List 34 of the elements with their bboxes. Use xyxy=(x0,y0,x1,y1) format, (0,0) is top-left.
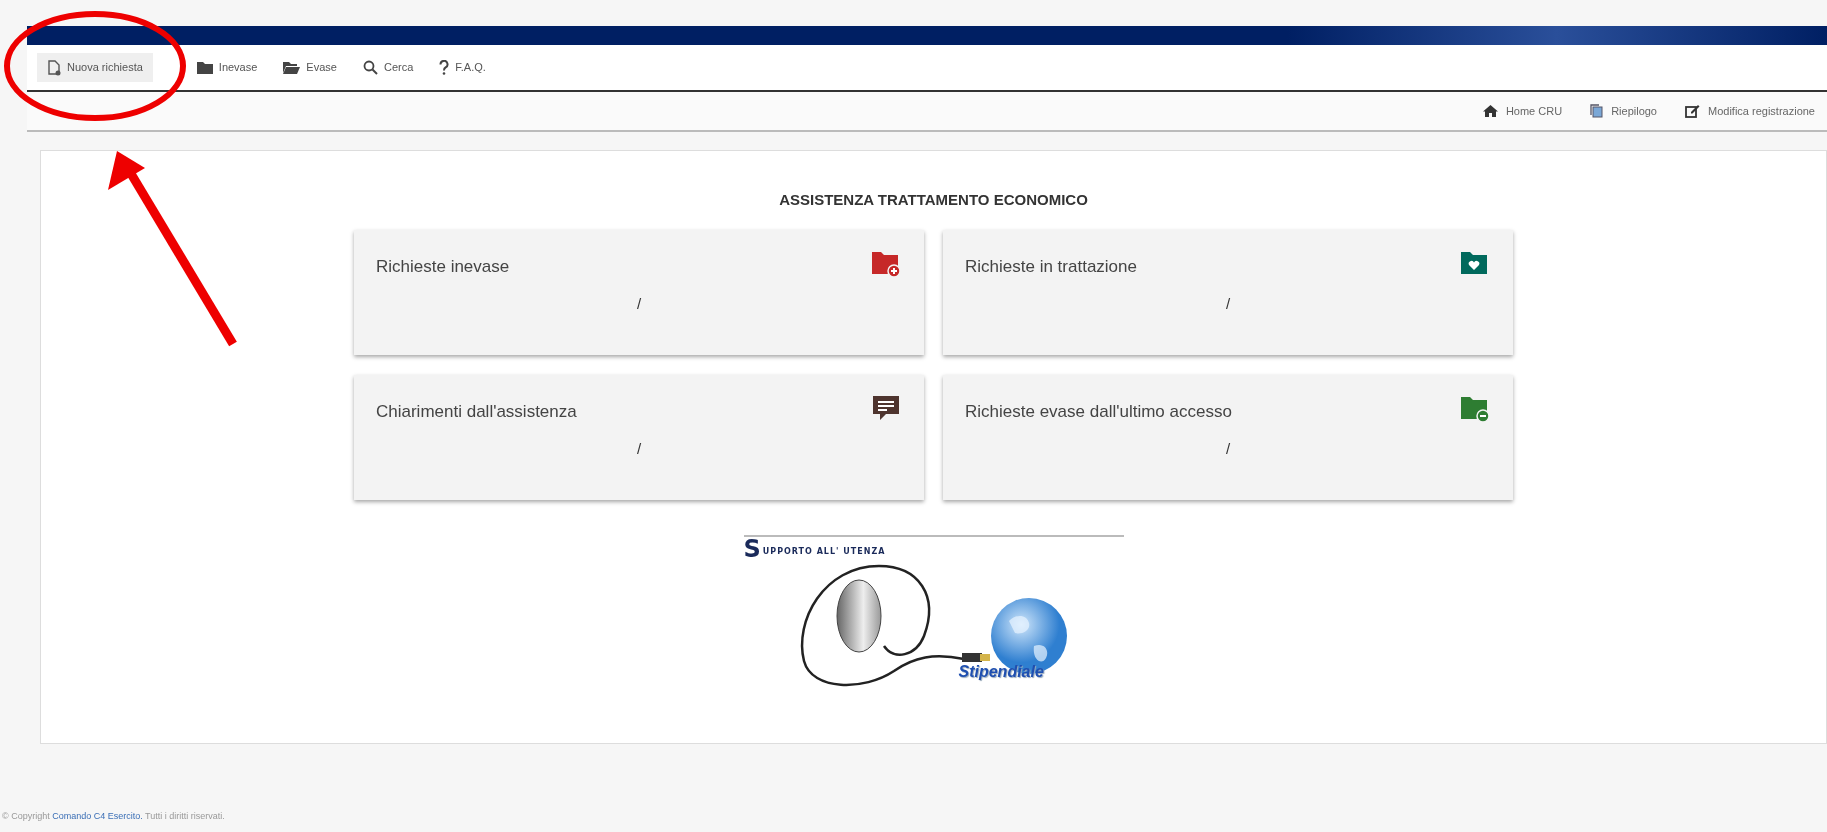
folder-icon xyxy=(283,61,301,74)
logo-caption: Stipendiale xyxy=(958,661,1044,682)
logo-heading: UPPORTO ALL' UTENZA xyxy=(762,545,886,558)
card-value: / xyxy=(1224,439,1232,459)
menu-item[interactable]: F.A.Q. xyxy=(429,53,496,82)
copy-icon xyxy=(1590,104,1604,118)
page-title: ASSISTENZA TRATTAMENTO ECONOMICO xyxy=(778,190,1089,210)
card-label: Richieste in trattazione xyxy=(965,255,1138,278)
summary-card[interactable]: Chiarimenti dall'assistenza / xyxy=(354,374,924,500)
search-icon xyxy=(362,60,378,75)
summary-card[interactable]: Richieste in trattazione / xyxy=(943,229,1513,355)
card-label: Chiarimenti dall'assistenza xyxy=(376,400,578,423)
copyright-text: © Copyright Comando C4 Esercito. Tutti i diritti riservati. xyxy=(2,810,226,823)
menu-item[interactable]: Cerca xyxy=(352,53,424,82)
summary-card[interactable]: Richieste evase dall'ultimo accesso / xyxy=(943,374,1513,500)
summary-card[interactable]: Richieste inevase / xyxy=(354,229,924,355)
nav-link[interactable]: Riepilogo xyxy=(1590,102,1657,120)
card-value: / xyxy=(1224,294,1232,314)
document-icon xyxy=(47,59,61,76)
card-value: / xyxy=(635,294,643,314)
card-label: Richieste inevase xyxy=(376,255,511,278)
nav-link[interactable]: Home CRU xyxy=(1482,102,1563,120)
question-icon xyxy=(439,60,450,75)
footer-link[interactable]: Comando C4 Esercito. xyxy=(52,811,143,821)
nav-link[interactable]: Modifica registrazione xyxy=(1685,102,1815,120)
edit-icon xyxy=(1685,104,1700,118)
menu-item[interactable]: Nuova richiesta xyxy=(37,53,153,82)
home-icon xyxy=(1482,105,1498,117)
logo-initial: S xyxy=(743,536,761,561)
folder-icon xyxy=(196,61,213,74)
menu-item[interactable]: Evase xyxy=(273,53,347,82)
menu-item[interactable]: Inevase xyxy=(186,53,268,82)
card-label: Richieste evase dall'ultimo accesso xyxy=(965,400,1233,423)
card-value: / xyxy=(635,439,643,459)
